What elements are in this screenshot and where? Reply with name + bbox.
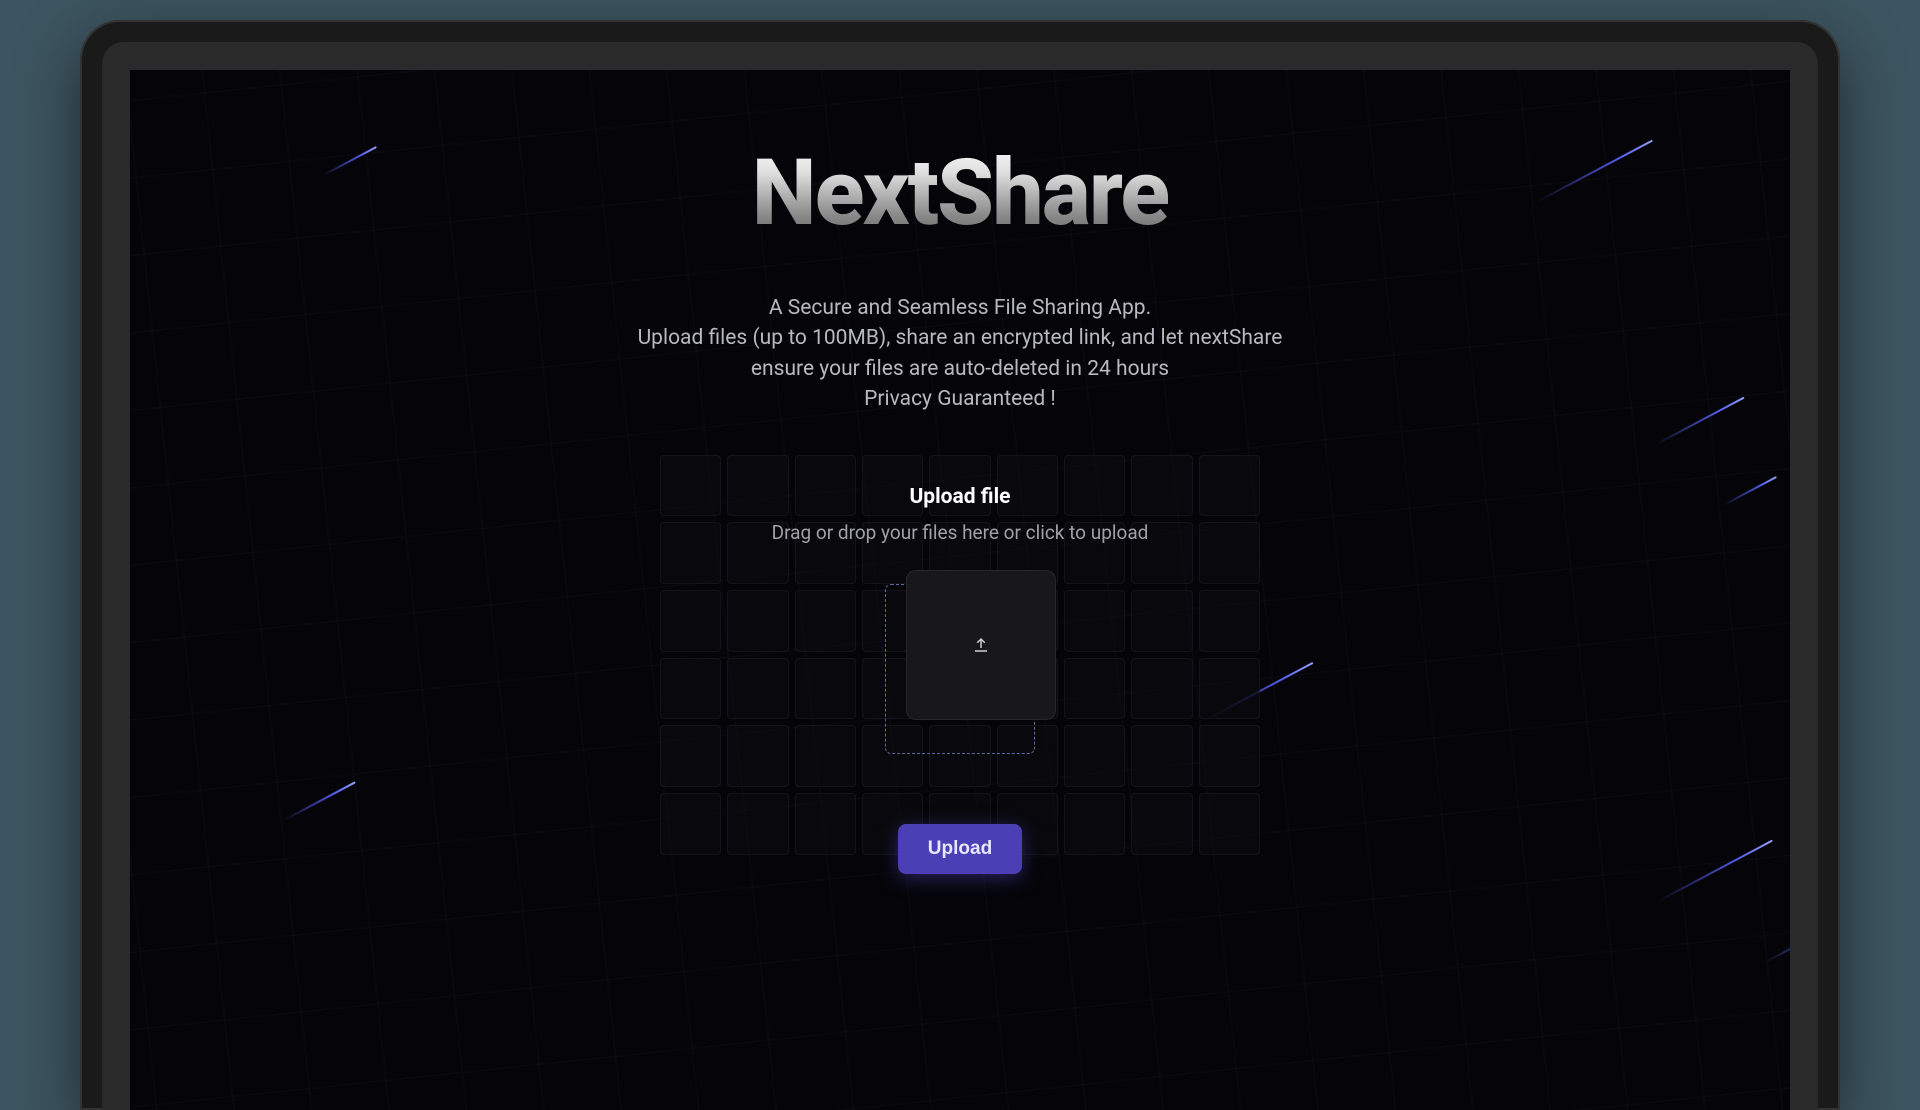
device-bezel: NextShare A Secure and Seamless File Sha… bbox=[102, 42, 1818, 1110]
tagline-line: A Secure and Seamless File Sharing App. bbox=[620, 293, 1300, 323]
app-title: NextShare bbox=[752, 140, 1168, 247]
device-frame: NextShare A Secure and Seamless File Sha… bbox=[80, 20, 1840, 1110]
file-dropzone[interactable] bbox=[885, 584, 1035, 754]
upload-button[interactable]: Upload bbox=[898, 824, 1022, 874]
tagline-line: Upload files (up to 100MB), share an enc… bbox=[620, 323, 1300, 384]
upload-heading: Upload file bbox=[909, 485, 1010, 509]
upload-area: Upload file Drag or drop your files here… bbox=[772, 485, 1149, 874]
upload-subheading: Drag or drop your files here or click to… bbox=[772, 521, 1149, 544]
tagline: A Secure and Seamless File Sharing App. … bbox=[620, 293, 1300, 415]
dropzone-card[interactable] bbox=[906, 570, 1056, 720]
main-content: NextShare A Secure and Seamless File Sha… bbox=[130, 70, 1790, 874]
app-screen: NextShare A Secure and Seamless File Sha… bbox=[130, 70, 1790, 1110]
upload-icon bbox=[972, 636, 990, 654]
tagline-line: Privacy Guaranteed ! bbox=[620, 384, 1300, 414]
